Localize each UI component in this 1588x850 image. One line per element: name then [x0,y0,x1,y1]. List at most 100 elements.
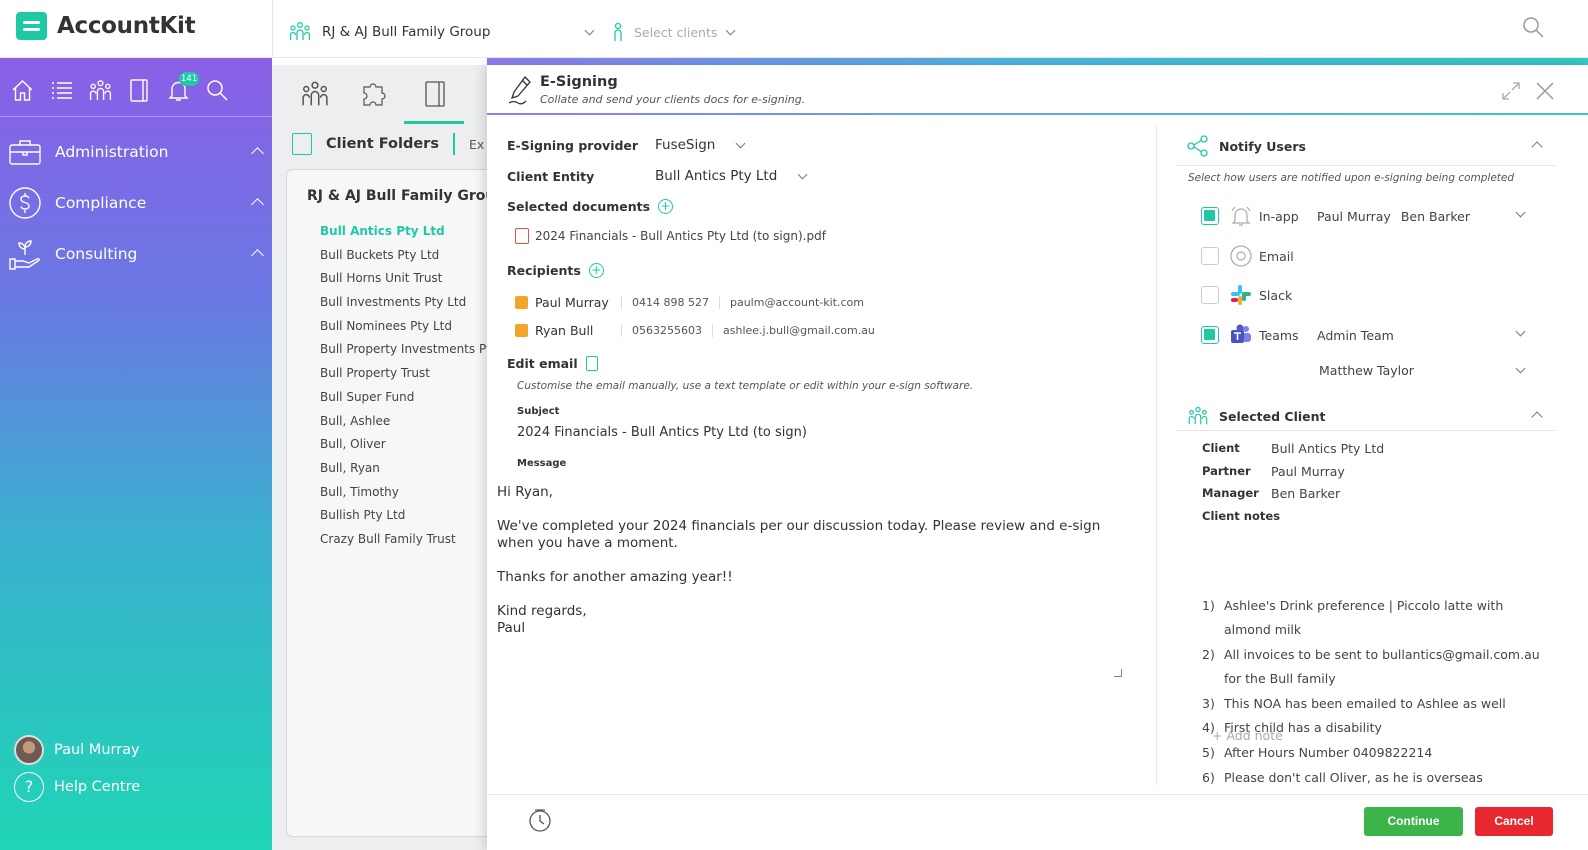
recipient-phone: 0563255603 [621,324,712,337]
notify-users-header[interactable]: Notify Users [1187,135,1306,157]
edit-icon[interactable] [515,296,528,309]
field-value: Ben Barker [1271,486,1341,501]
notify-row-in-app: In-app Paul Murray Ben Barker [1201,204,1480,228]
client-list-item[interactable]: Bull, Ryan [320,461,500,485]
message-textarea[interactable]: Hi Ryan, We've completed your 2024 finan… [497,484,1117,680]
search-icon[interactable] [205,78,230,103]
client-list-item[interactable]: Bull Horns Unit Trust [320,271,500,295]
in-app-users[interactable]: Paul Murray Ben Barker [1317,209,1480,224]
notebook-icon[interactable] [127,78,152,103]
home-icon[interactable] [10,78,35,103]
document-name: 2024 Financials - Bull Antics Pty Ltd (t… [535,229,826,243]
tab-puzzle-icon[interactable] [360,79,390,109]
chevron-up-icon[interactable] [1531,141,1543,153]
client-list-item[interactable]: Bull, Ashlee [320,414,500,438]
client-list-item[interactable]: Bull Antics Pty Ltd [320,224,500,248]
continue-button[interactable]: Continue [1364,807,1463,836]
tab-extra[interactable]: Ex [469,137,484,152]
add-document-icon[interactable]: + [658,199,674,214]
teams-users[interactable]: Admin Team [1317,328,1404,343]
in-app-checkbox[interactable] [1201,207,1219,225]
tab-group-icon[interactable] [300,79,330,109]
teams-extra-user-select[interactable]: Matthew Taylor [1319,363,1414,378]
history-icon[interactable] [527,807,553,833]
client-list-item[interactable]: Bull Property Investments Pty Ltd [320,342,500,366]
group-icon[interactable] [88,78,113,103]
recipient-row: Paul Murray 0414 898 527 paulm@account-k… [515,295,874,310]
user-chip: Admin Team [1317,327,1394,343]
client-list: Bull Antics Pty Ltd Bull Buckets Pty Ltd B… [320,224,500,556]
folders-title: Client Folders [326,136,439,152]
chevron-up-icon[interactable] [1531,411,1543,423]
clipboard-icon[interactable] [585,356,598,371]
divider [272,0,273,58]
add-note-button[interactable]: + Add note [1212,728,1283,743]
email-checkbox[interactable] [1201,247,1219,265]
help-label: Help Centre [54,779,141,795]
client-note: 5) After Hours Number 0409822214 [1202,741,1547,765]
note-number: 2) [1202,647,1215,662]
close-icon[interactable] [1535,81,1555,101]
nav-consulting[interactable]: Consulting [8,237,270,271]
field-key: Manager [1202,486,1259,500]
cancel-button[interactable]: Cancel [1475,807,1553,836]
list-icon[interactable] [49,78,74,103]
app-logo[interactable]: AccountKit [16,12,196,40]
at-sign-icon [1230,245,1252,267]
client-list-item[interactable]: Bull Investments Pty Ltd [320,295,500,319]
group-selector[interactable]: RJ & AJ Bull Family Group [288,20,490,44]
selected-client-title: Selected Client [1219,408,1326,424]
teams-checkbox[interactable] [1201,326,1219,344]
recipient-email: ashlee.j.bull@gmail.com.au [712,324,885,337]
expand-icon[interactable] [1501,81,1521,101]
client-folders-panel: Client Folders Ex RJ & AJ Bull Family Gr… [272,65,501,850]
edit-email-hint: Customise the email manually, use a text… [517,380,974,392]
chevron-down-icon[interactable] [1515,363,1526,374]
chevron-down-icon[interactable] [797,169,808,179]
chevron-down-icon[interactable] [1515,207,1526,218]
provider-select[interactable]: FuseSign [655,137,715,153]
share-icon [1187,135,1208,157]
client-selector[interactable]: Select clients [612,22,736,42]
note-text: Ashlee's Drink preference | Piccolo latt… [1224,598,1504,637]
client-list-item[interactable]: Bull, Oliver [320,437,500,461]
nav-administration[interactable]: Administration [8,135,270,169]
avatar [14,735,44,765]
user-profile[interactable]: Paul Murray [14,735,140,765]
chevron-up-icon [251,198,264,211]
search-icon[interactable] [1522,16,1544,38]
message-sender: Paul [497,620,526,636]
help-centre-link[interactable]: ? Help Centre [14,772,140,802]
slack-checkbox[interactable] [1201,286,1219,304]
resize-handle[interactable] [1114,669,1122,677]
client-list-item[interactable]: Bull, Timothy [320,485,500,509]
notifications-button[interactable]: 141 [166,72,200,103]
subject-label: Subject [517,406,560,417]
client-list-item[interactable]: Crazy Bull Family Trust [320,532,500,556]
tab-notebook-icon[interactable] [420,79,450,109]
chevron-down-icon[interactable] [1515,326,1526,337]
subject-input[interactable]: 2024 Financials - Bull Antics Pty Ltd (t… [517,425,807,440]
modal-subtitle: Collate and send your clients docs for e… [540,93,806,106]
divider [1156,125,1157,785]
entity-select[interactable]: Bull Antics Pty Ltd [655,168,777,184]
chevron-down-icon[interactable] [735,138,746,148]
document-item[interactable]: 2024 Financials - Bull Antics Pty Ltd (t… [515,228,826,244]
recipients-label: Recipients [507,263,581,278]
divider [452,133,455,155]
group-label: RJ & AJ Bull Family Group [322,24,491,40]
nav-compliance[interactable]: Compliance [8,186,270,220]
briefcase-icon [9,140,41,165]
add-recipient-icon[interactable]: + [588,263,604,278]
client-list-item[interactable]: Bullish Pty Ltd [320,508,500,532]
recipient-name: Ryan Bull [535,323,594,338]
client-list-item[interactable]: Bull Buckets Pty Ltd [320,248,500,272]
edit-icon[interactable] [515,324,528,337]
client-list-item[interactable]: Bull Property Trust [320,366,500,390]
chevron-down-icon[interactable] [584,25,595,36]
client-list-item[interactable]: Bull Nominees Pty Ltd [320,319,500,343]
sidebar: 141 Administration Compliance Consulting… [0,58,272,850]
client-list-item[interactable]: Bull Super Fund [320,390,500,414]
selected-client-header[interactable]: Selected Client [1187,405,1326,427]
documents-label: Selected documents [507,199,651,214]
